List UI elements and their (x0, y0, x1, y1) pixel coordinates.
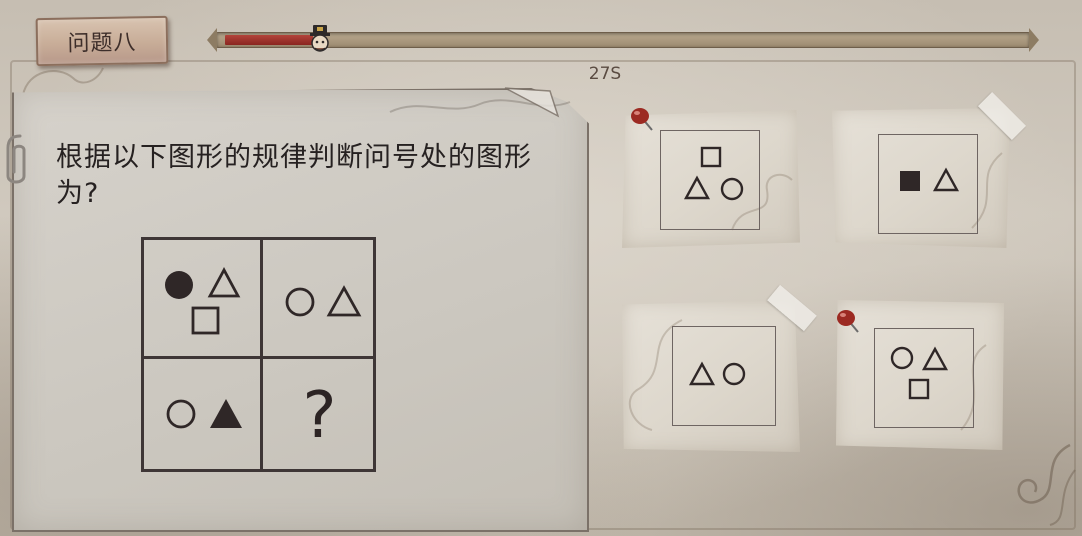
grid-cell-bottom-left (166, 399, 242, 429)
grid-cell-top-right (285, 285, 362, 317)
outline-triangle-shape (326, 285, 362, 317)
outline-triangle-shape (921, 346, 949, 371)
filled-triangle-shape (210, 399, 242, 428)
outline-triangle-shape (207, 267, 241, 298)
grid-cell-bottom-right: ? (263, 359, 376, 472)
question-mark: ? (302, 378, 337, 453)
question-card-corner-fold (504, 87, 560, 118)
outline-triangle-shape (688, 361, 716, 386)
question-text: 根据以下图形的规律判断问号处的图形为? (56, 142, 532, 209)
answer-shapes (890, 346, 949, 400)
outline-triangle-shape (683, 175, 711, 200)
red-pin-icon (837, 310, 859, 333)
answer-shapes (683, 146, 744, 201)
grid-cell-top-left (165, 267, 241, 335)
filled-square-shape (900, 171, 920, 191)
outline-square-shape (191, 306, 220, 335)
outline-circle-shape (166, 399, 196, 429)
outline-circle-shape (890, 346, 914, 370)
timer-progress-bar (207, 28, 1039, 52)
outline-square-shape (700, 146, 722, 168)
timer-progress-fill (225, 35, 313, 45)
outline-square-shape (908, 378, 930, 400)
red-pin-icon (631, 108, 653, 131)
answer-shapes (688, 361, 746, 386)
character-head-icon (310, 25, 330, 52)
answer-option-b[interactable] (832, 108, 1010, 248)
answer-option-c[interactable] (622, 300, 800, 452)
filled-circle-shape (165, 271, 193, 299)
outline-circle-shape (722, 362, 746, 386)
outline-circle-shape (720, 177, 744, 201)
outline-triangle-shape (932, 167, 960, 192)
corner-swirl-bottom-right (1017, 443, 1076, 526)
question-title-tab: 问题八 (35, 15, 169, 67)
answer-shapes (900, 167, 960, 192)
pattern-grid: ? (141, 237, 376, 472)
countdown-timer: 27S (588, 64, 622, 84)
paperclip-icon (6, 134, 26, 184)
question-title: 问题八 (67, 30, 137, 57)
outline-circle-shape (285, 287, 315, 317)
